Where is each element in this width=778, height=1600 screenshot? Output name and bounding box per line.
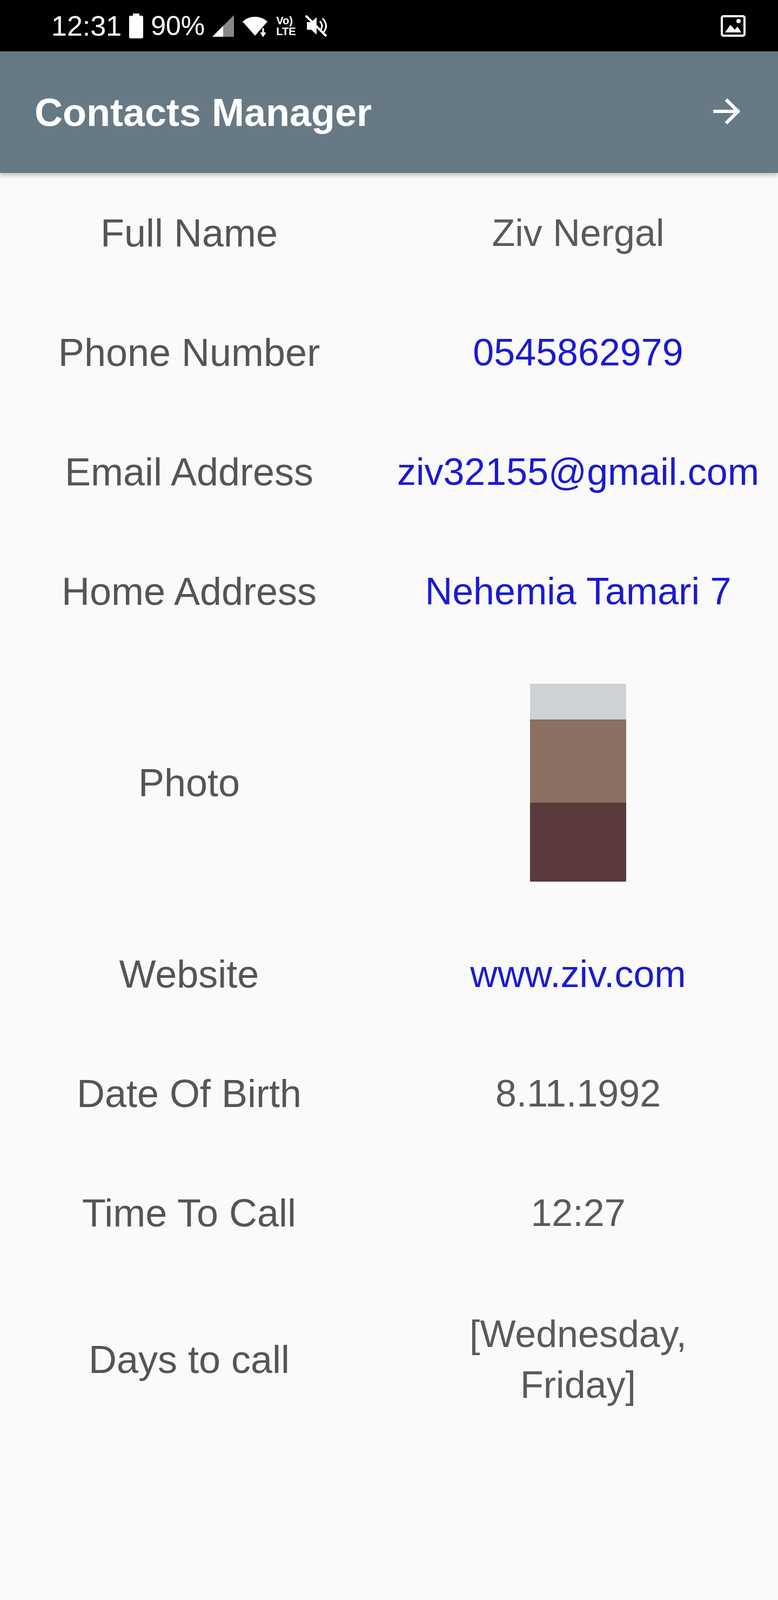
status-bar: 12:31 90% Vo)LTE: [0, 0, 778, 52]
field-value-text[interactable]: ziv32155@gmail.com: [397, 450, 760, 494]
field-value-text[interactable]: www.ziv.com: [470, 951, 686, 996]
field-label: Days to call: [0, 1336, 379, 1381]
contact-photo[interactable]: [530, 683, 627, 882]
detail-row: Days to call [Wednesday, Friday]: [0, 1271, 778, 1446]
volte-bottom: LTE: [276, 25, 296, 37]
app-title: Contacts Manager: [34, 90, 372, 135]
field-value-text[interactable]: Nehemia Tamari 7: [425, 569, 732, 613]
detail-row: Home Address Nehemia Tamari 7: [0, 531, 778, 651]
detail-row: Photo: [0, 650, 778, 914]
field-value: 8.11.1992: [378, 1071, 778, 1115]
wifi-icon: [241, 14, 269, 38]
field-value: [Wednesday, Friday]: [378, 1308, 778, 1411]
field-label: Website: [0, 951, 379, 996]
contact-details: Full Name Ziv Nergal Phone Number 054586297…: [0, 172, 778, 1446]
field-value: Ziv Nergal: [378, 211, 778, 255]
detail-row: Website www.ziv.com: [0, 913, 778, 1034]
field-value: 12:27: [378, 1190, 778, 1234]
detail-row: Time To Call 12:27: [0, 1152, 778, 1272]
volte-top: Vo): [276, 15, 296, 26]
field-label: Home Address: [0, 568, 379, 614]
field-label: Phone Number: [0, 330, 379, 375]
field-value: [378, 683, 778, 882]
detail-row: Full Name Ziv Nergal: [0, 172, 778, 293]
field-value-text: 8.11.1992: [495, 1071, 661, 1115]
field-value-text: Ziv Nergal: [492, 211, 665, 255]
field-value-text: 12:27: [530, 1190, 626, 1234]
detail-row: Phone Number 0545862979: [0, 292, 778, 412]
volte-indicator: Vo)LTE: [276, 15, 296, 37]
signal-icon: [212, 15, 234, 37]
arrow-right-icon: [708, 92, 746, 130]
field-value[interactable]: Nehemia Tamari 7: [378, 569, 778, 613]
mute-icon: [303, 13, 329, 39]
battery-level: 90%: [150, 10, 205, 42]
status-time: 12:31: [51, 9, 122, 43]
field-value[interactable]: ziv32155@gmail.com: [378, 450, 778, 494]
app-bar: Contacts Manager: [0, 51, 778, 173]
field-label: Time To Call: [0, 1190, 379, 1235]
field-label: Email Address: [0, 449, 379, 494]
field-label: Date Of Birth: [0, 1070, 379, 1116]
field-label: Photo: [0, 760, 379, 805]
field-value[interactable]: www.ziv.com: [378, 951, 778, 996]
field-value-text[interactable]: 0545862979: [472, 330, 683, 374]
status-left: 12:31 90% Vo)LTE: [51, 9, 329, 43]
field-value[interactable]: 0545862979: [378, 330, 778, 374]
battery-icon: [129, 13, 144, 39]
forward-button[interactable]: [708, 92, 746, 132]
detail-row: Date Of Birth 8.11.1992: [0, 1033, 778, 1153]
field-label: Full Name: [0, 210, 379, 256]
field-value-text: [Wednesday, Friday]: [437, 1308, 719, 1411]
gallery-icon: [720, 15, 746, 37]
detail-row: Email Address ziv32155@gmail.com: [0, 411, 778, 532]
